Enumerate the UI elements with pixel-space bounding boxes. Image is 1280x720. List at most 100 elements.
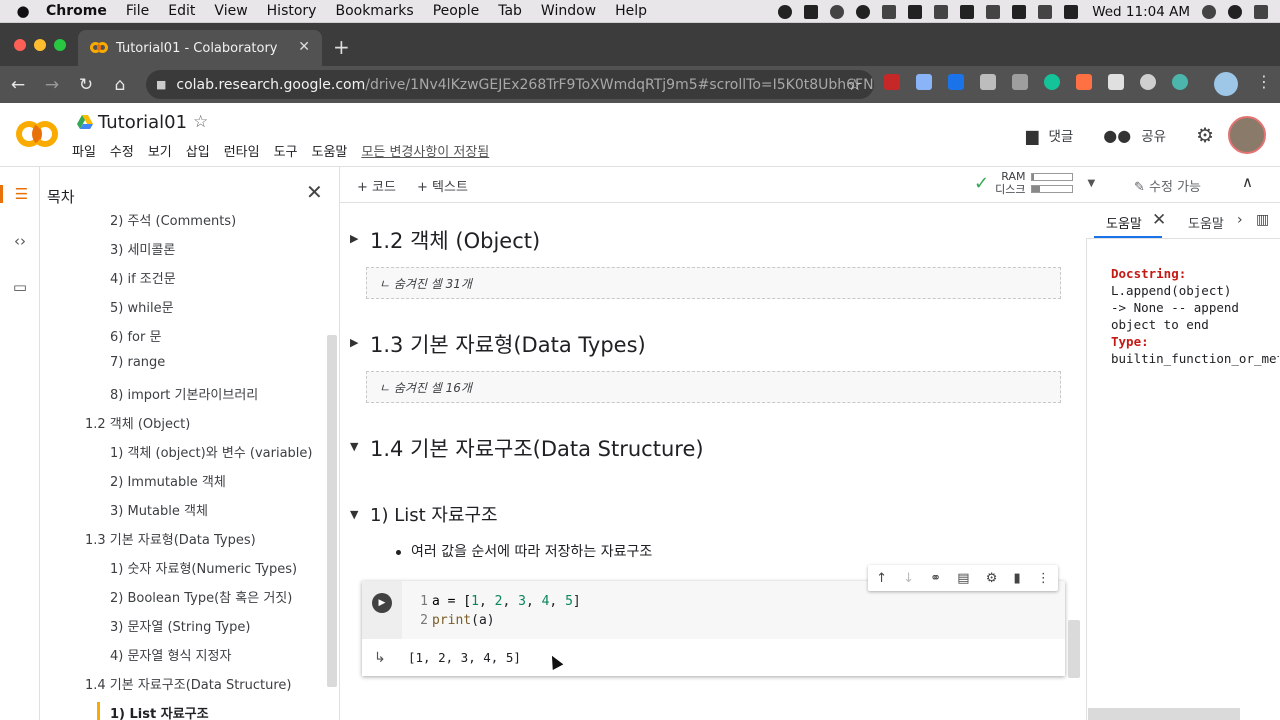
menu-tab[interactable]: Tab [498,3,522,19]
expand-section-icon[interactable]: ▶ [350,232,358,245]
resource-dropdown-icon[interactable]: ▼ [1087,178,1095,189]
toc-section-item[interactable]: 1.2 객체 (Object) [85,413,190,432]
colab-menu-file[interactable]: 파일 [72,141,96,160]
dropbox-icon[interactable] [804,4,819,19]
collapse-header-button[interactable]: ∧ [1242,173,1253,191]
toc-item[interactable]: 8) import 기본라이브러리 [110,384,258,403]
help-tab-close-icon[interactable]: ✕ [1152,210,1166,230]
code-snippets-icon[interactable]: ‹› [0,232,40,250]
chrome-profile-avatar[interactable] [1214,72,1238,96]
user-avatar[interactable] [1228,116,1266,154]
menu-people[interactable]: People [433,3,480,19]
add-text-cell-button[interactable]: + 텍스트 [417,176,468,195]
toc-item[interactable]: 2) Immutable 객체 [110,471,226,490]
toc-section-item[interactable]: 1.4 기본 자료구조(Data Structure) [85,674,292,693]
notebook-title[interactable]: Tutorial01 [98,112,187,133]
save-status-link[interactable]: 모든 변경사항이 저장됨 [361,141,489,160]
eject-icon[interactable] [1038,4,1053,19]
extension-dropbox-icon[interactable] [916,74,932,90]
table-of-contents-icon[interactable]: ☰ [0,185,40,203]
record-icon[interactable] [778,4,793,19]
google-drive-icon[interactable] [77,115,93,129]
minimize-window-icon[interactable] [34,39,46,51]
reload-button[interactable]: ↻ [70,75,102,95]
chrome-menu-icon[interactable]: ⋮ [1256,72,1272,91]
toc-item[interactable]: 3) 세미콜론 [110,239,175,258]
star-notebook-icon[interactable]: ☆ [193,112,208,132]
edit-mode-button[interactable]: ✎ 수정 가능 [1134,176,1201,195]
close-window-icon[interactable] [14,39,26,51]
help-tab[interactable]: 도움말 [1188,213,1224,232]
sync-icon[interactable] [830,4,845,19]
forward-button[interactable]: → [36,75,68,95]
wifi-icon[interactable] [960,4,975,19]
lock-icon[interactable] [908,4,923,19]
menu-window[interactable]: Window [541,3,596,19]
extension-red-icon[interactable] [884,74,900,90]
clipboard-icon[interactable] [882,4,897,19]
extension-circle-icon[interactable] [1140,74,1156,90]
siri-icon[interactable] [1228,4,1242,19]
add-comment-icon[interactable]: ▤ [957,571,969,586]
address-bar[interactable]: ■ colab.research.google.com/drive/1Nv4lK… [146,70,874,99]
menu-view[interactable]: View [214,3,247,19]
toc-item-selected[interactable]: 1) List 자료구조 [110,703,209,720]
extension-blue-icon[interactable] [948,74,964,90]
tab-close-icon[interactable]: ✕ [298,39,310,55]
next-tab-icon[interactable]: › [1237,212,1243,228]
menu-file[interactable]: File [126,3,149,19]
spotlight-icon[interactable] [1202,4,1216,19]
comments-button[interactable]: ▆ 댓글 [1026,125,1073,146]
menu-edit[interactable]: Edit [168,3,195,19]
colab-menu-runtime[interactable]: 런타임 [224,141,260,160]
maximize-window-icon[interactable] [54,39,66,51]
settings-gear-icon[interactable]: ⚙ [1196,123,1214,147]
help-tab-active[interactable]: 도움말 [1106,213,1142,232]
toc-item[interactable]: 4) 문자열 형식 지정자 [110,645,231,664]
home-button[interactable]: ⌂ [104,75,136,95]
output-icon[interactable]: ↳ [374,650,386,666]
toc-item[interactable]: 2) Boolean Type(참 혹은 거짓) [110,587,292,606]
toc-item[interactable]: 4) if 조건문 [110,268,176,287]
bookmark-star-icon[interactable]: ☆ [848,75,862,94]
more-options-icon[interactable]: ⋮ [1037,571,1050,586]
resource-monitor[interactable]: ✓ RAM 디스크 ▼ [974,170,1095,196]
extension-grammarly-icon[interactable] [1044,74,1060,90]
toc-scrollbar[interactable] [327,335,337,687]
menu-bookmarks[interactable]: Bookmarks [335,3,413,19]
toc-item[interactable]: 1) 객체 (object)와 변수 (variable) [110,442,312,461]
toc-close-icon[interactable]: ✕ [306,180,323,204]
toc-item[interactable]: 6) for 문 [110,326,161,345]
colab-logo-icon[interactable] [16,121,60,149]
hidden-cells-indicator[interactable]: ㄴ 숨겨진 셀 16개 [366,371,1061,403]
toc-item[interactable]: 3) 문자열 (String Type) [110,616,250,635]
toc-item[interactable]: 3) Mutable 객체 [110,500,208,519]
help-horizontal-scrollbar[interactable] [1088,708,1240,720]
toc-item[interactable]: 5) while문 [110,297,174,316]
secure-lock-icon[interactable]: ■ [156,78,166,91]
panel-layout-icon[interactable]: ▥ [1256,212,1269,228]
input-source-icon[interactable] [1012,4,1027,19]
toc-section-item[interactable]: 1.3 기본 자료형(Data Types) [85,529,256,548]
add-code-cell-button[interactable]: + 코드 [357,176,396,195]
cell-settings-icon[interactable]: ⚙ [986,571,998,586]
colab-menu-edit[interactable]: 수정 [110,141,134,160]
files-folder-icon[interactable]: ▭ [0,278,40,296]
menu-app-chrome[interactable]: Chrome [46,3,107,19]
run-cell-button[interactable]: ▶ [372,593,392,613]
extension-gray-icon[interactable] [980,74,996,90]
toc-item[interactable]: 1) 숫자 자료형(Numeric Types) [110,558,297,577]
notebook-scrollbar[interactable] [1068,620,1080,678]
menu-help[interactable]: Help [615,3,647,19]
colab-menu-view[interactable]: 보기 [148,141,172,160]
apple-menu-icon[interactable]: ● [0,2,46,20]
new-tab-button[interactable]: + [333,35,350,59]
link-to-cell-icon[interactable]: ⚭ [930,571,941,586]
colab-menu-tools[interactable]: 도구 [274,141,298,160]
delete-cell-icon[interactable]: ▮ [1014,571,1021,586]
extension-m-icon[interactable] [1172,74,1188,90]
toc-item[interactable]: 7) range [110,355,165,370]
airplay-icon[interactable] [986,4,1001,19]
toc-item[interactable]: 2) 주석 (Comments) [110,210,236,229]
menubar-clock[interactable]: Wed 11:04 AM [1092,4,1190,20]
